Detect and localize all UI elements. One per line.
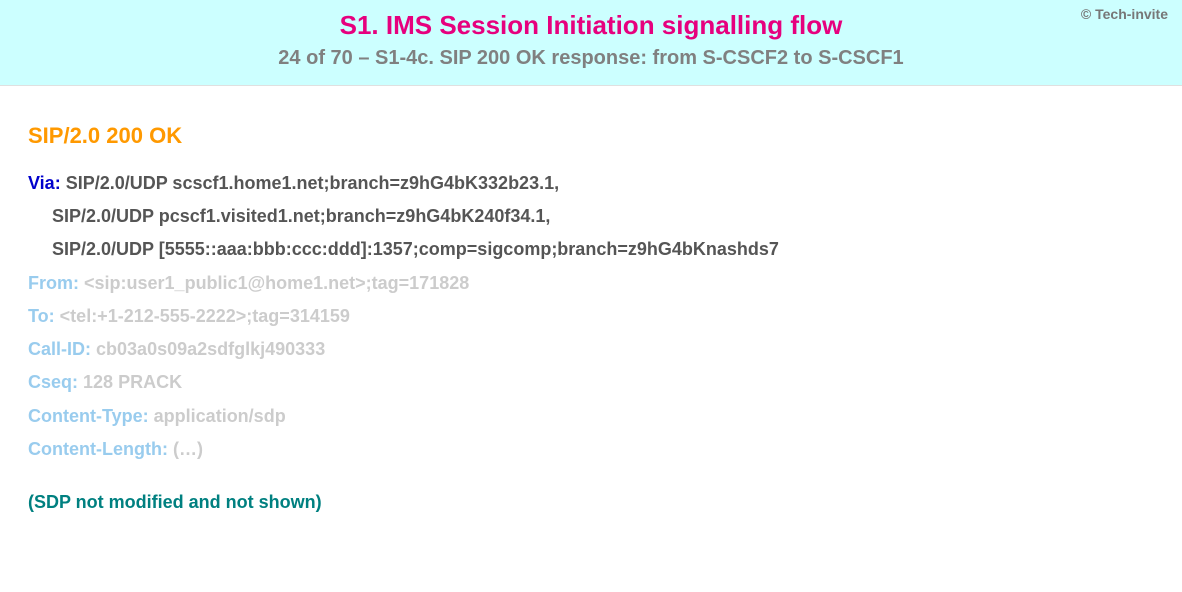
to-header-name: To (28, 306, 49, 326)
call-id-header: Call-ID: cb03a0s09a2sdfglkj490333 (28, 333, 1154, 366)
cseq-header-name: Cseq (28, 372, 72, 392)
via-header-cont-1: SIP/2.0/UDP pcscf1.visited1.net;branch=z… (28, 200, 1154, 233)
content-type-header-name: Content-Type (28, 406, 143, 426)
page-title: S1. IMS Session Initiation signalling fl… (20, 10, 1162, 41)
via-header-cont-2: SIP/2.0/UDP [5555::aaa:bbb:ccc:ddd]:1357… (28, 233, 1154, 266)
page-subtitle: 24 of 70 – S1-4c. SIP 200 OK response: f… (20, 47, 1162, 70)
from-header-value: <sip:user1_public1@home1.net>;tag=171828 (84, 273, 469, 293)
via-header-value-2: SIP/2.0/UDP [5555::aaa:bbb:ccc:ddd]:1357… (52, 239, 779, 259)
via-header-value-1: SIP/2.0/UDP pcscf1.visited1.net;branch=z… (52, 206, 550, 226)
content-length-header-value: (…) (173, 439, 203, 459)
content-length-header-name: Content-Length (28, 439, 162, 459)
header-banner: © Tech-invite S1. IMS Session Initiation… (0, 0, 1182, 86)
cseq-header: Cseq: 128 PRACK (28, 366, 1154, 399)
via-header-name: Via (28, 173, 55, 193)
sip-status-line: SIP/2.0 200 OK (28, 116, 1154, 157)
via-header-value-0: SIP/2.0/UDP scscf1.home1.net;branch=z9hG… (66, 173, 559, 193)
cseq-header-value: 128 PRACK (83, 372, 182, 392)
from-header: From: <sip:user1_public1@home1.net>;tag=… (28, 267, 1154, 300)
to-header: To: <tel:+1-212-555-2222>;tag=314159 (28, 300, 1154, 333)
call-id-header-value: cb03a0s09a2sdfglkj490333 (96, 339, 325, 359)
copyright-label: © Tech-invite (1081, 6, 1168, 22)
content-type-header: Content-Type: application/sdp (28, 400, 1154, 433)
to-header-value: <tel:+1-212-555-2222>;tag=314159 (60, 306, 350, 326)
from-header-name: From (28, 273, 73, 293)
content-length-header: Content-Length: (…) (28, 433, 1154, 466)
via-header: Via: SIP/2.0/UDP scscf1.home1.net;branch… (28, 167, 1154, 200)
call-id-header-name: Call-ID (28, 339, 85, 359)
sdp-note: (SDP not modified and not shown) (28, 486, 1154, 519)
content-type-header-value: application/sdp (154, 406, 286, 426)
sip-message-content: SIP/2.0 200 OK Via: SIP/2.0/UDP scscf1.h… (0, 86, 1182, 550)
